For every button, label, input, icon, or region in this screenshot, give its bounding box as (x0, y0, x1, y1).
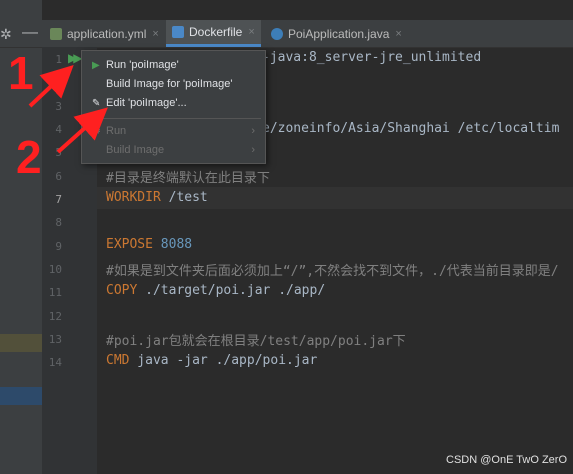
line-number: 13 (48, 333, 62, 346)
line-number: 3 (55, 100, 62, 113)
menu-item-label: Run 'poiImage' (106, 59, 179, 71)
gear-icon[interactable]: ✲ (0, 26, 12, 43)
code-line-1[interactable]: -java:8_server-jre_unlimited (262, 50, 481, 65)
code-line-13[interactable]: #poi.jar包就会在根目录/test/app/poi.jar下 (106, 330, 406, 349)
line-number: 8 (55, 216, 62, 229)
tab-label: application.yml (67, 26, 147, 41)
run-icon: ▶ (92, 59, 100, 71)
watermark: CSDN @OnE TwO ZerO (446, 454, 567, 466)
line-number: 12 (48, 310, 62, 323)
submenu-arrow-icon: › (251, 125, 255, 137)
docker-icon (172, 26, 184, 38)
keyword: CMD (106, 353, 130, 368)
menu-item-label: Edit 'poiImage'... (106, 97, 187, 109)
menu-item-run-poiimage[interactable]: ▶ Run 'poiImage' (82, 56, 265, 74)
run-gutter-icon[interactable]: ▶▶ (68, 51, 83, 65)
code-line-4[interactable]: e/zoneinfo/Asia/Shanghai /etc/localtim (262, 121, 559, 136)
menu-separator (86, 118, 261, 119)
menu-item-run-target[interactable]: ⚙ Run › (82, 122, 265, 140)
code-line-7[interactable]: WORKDIR /test (106, 190, 208, 205)
keyword: COPY (106, 283, 138, 298)
code-value: /test (160, 190, 208, 205)
line-number: 14 (48, 356, 62, 369)
tab-application-yml[interactable]: application.yml × (44, 20, 162, 47)
tab-label: Dockerfile (189, 25, 243, 39)
tab-label: PoiApplication.java (288, 26, 390, 41)
line-number: 1 (55, 53, 62, 66)
submenu-arrow-icon: › (251, 144, 255, 156)
run-target-icon: ⚙ (92, 125, 101, 137)
menu-item-build-image-for-poiimage[interactable]: Build Image for 'poiImage' (82, 75, 265, 93)
port-number: 8088 (160, 237, 193, 252)
line-number: 6 (55, 170, 62, 183)
code-line-9[interactable]: EXPOSE 8088 (106, 237, 192, 252)
close-icon[interactable]: × (152, 28, 158, 40)
close-icon[interactable]: × (248, 26, 254, 38)
edit-icon: ✎ (92, 97, 101, 109)
tree-item-highlight[interactable] (0, 334, 42, 352)
minimize-icon[interactable]: — (22, 24, 38, 42)
close-icon[interactable]: × (395, 28, 401, 40)
keyword: WORKDIR (106, 190, 161, 205)
menu-item-label: Build Image for 'poiImage' (106, 78, 233, 90)
code-line-6[interactable]: #目录是终端默认在此目录下 (106, 167, 270, 186)
tree-item-selected[interactable] (0, 387, 42, 405)
yaml-icon (50, 27, 62, 40)
line-number: 9 (55, 240, 62, 253)
line-number: 10 (48, 263, 62, 276)
menu-item-label: Build Image (106, 144, 165, 156)
code-line-14[interactable]: CMD java -jar ./app/poi.jar (106, 353, 317, 368)
menu-item-label: Run (106, 125, 127, 137)
line-number: 2 (55, 76, 62, 89)
keyword: EXPOSE (106, 237, 153, 252)
tab-poiapplication-java[interactable]: PoiApplication.java × (265, 20, 405, 47)
tab-dockerfile[interactable]: Dockerfile × (166, 20, 261, 47)
code-line-10[interactable]: #如果是到文件夹后面必须加上“/”,不然会找不到文件，./代表当前目录即是/ (106, 260, 559, 279)
annotation-number-2: 2 (16, 131, 42, 183)
line-number: 7 (55, 193, 62, 206)
code-line-11[interactable]: COPY ./target/poi.jar ./app/ (106, 283, 325, 298)
line-number: 11 (48, 286, 62, 299)
menu-item-build-image[interactable]: Build Image › (82, 141, 265, 159)
top-dark-area (0, 0, 573, 20)
code-value: java -jar ./app/poi.jar (129, 353, 318, 368)
annotation-number-1: 1 (8, 47, 34, 99)
line-number: 4 (55, 123, 62, 136)
line-number: 5 (55, 146, 62, 159)
run-context-menu: ▶ Run 'poiImage' Build Image for 'poiIma… (81, 50, 266, 164)
menu-item-edit-poiimage[interactable]: ✎ Edit 'poiImage'... (82, 94, 265, 112)
code-value: ./target/poi.jar ./app/ (137, 283, 326, 298)
java-class-icon (271, 27, 283, 40)
